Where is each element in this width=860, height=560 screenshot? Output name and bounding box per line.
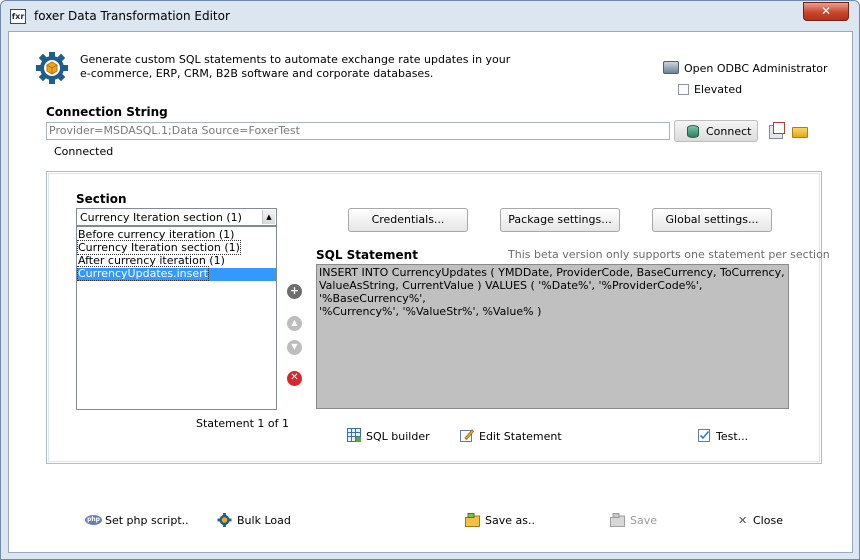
save-as-label: Save as.. bbox=[485, 514, 535, 527]
title-bar[interactable]: fxr foxer Data Transformation Editor ✕ bbox=[1, 1, 859, 31]
odbc-monitor-icon bbox=[663, 61, 679, 74]
beta-note: This beta version only supports one stat… bbox=[508, 248, 830, 261]
php-icon: php bbox=[85, 515, 102, 525]
test-label: Test... bbox=[716, 430, 749, 443]
open-folder-icon[interactable] bbox=[792, 127, 808, 138]
credentials-button[interactable]: Credentials... bbox=[348, 208, 468, 232]
move-up-icon[interactable]: ▲ bbox=[287, 316, 302, 331]
gear-icon bbox=[217, 513, 232, 527]
elevated-checkbox[interactable]: Elevated bbox=[678, 83, 742, 96]
save-icon bbox=[610, 513, 625, 527]
sql-statement-textbox[interactable]: INSERT INTO CurrencyUpdates ( YMDDate, P… bbox=[316, 264, 789, 409]
statement-count: Statement 1 of 1 bbox=[196, 417, 289, 430]
set-php-script-label: Set php script.. bbox=[105, 514, 189, 527]
list-item-selected[interactable]: CurrencyUpdates.insert bbox=[77, 266, 276, 281]
window-title: foxer Data Transformation Editor bbox=[34, 9, 230, 23]
sql-line: ValueAsString, CurrentValue ) VALUES ( '… bbox=[319, 279, 703, 305]
sql-line: INSERT INTO CurrencyUpdates ( YMDDate, P… bbox=[319, 266, 785, 279]
statement-panel: Section Currency Iteration section (1) ▲… bbox=[46, 171, 830, 464]
table-grid-icon bbox=[347, 428, 361, 442]
close-label: Close bbox=[753, 514, 783, 527]
global-settings-button[interactable]: Global settings... bbox=[652, 208, 772, 232]
connect-button-label: Connect bbox=[706, 125, 752, 138]
connection-string-label: Connection String bbox=[46, 105, 168, 119]
list-item-label: After currency iteration (1) bbox=[78, 254, 225, 267]
sql-line: '%Currency%', '%ValueStr%', %Value% ) bbox=[319, 305, 542, 318]
intro-line: Generate custom SQL statements to automa… bbox=[80, 53, 511, 66]
section-dropdown[interactable]: Currency Iteration section (1) ▲ bbox=[76, 208, 277, 226]
connect-button[interactable]: Connect bbox=[674, 120, 758, 142]
section-label: Section bbox=[76, 192, 127, 206]
save-label: Save bbox=[630, 514, 658, 527]
odbc-label: Open ODBC Administrator bbox=[684, 62, 828, 75]
sql-statement-label: SQL Statement bbox=[316, 248, 418, 262]
list-item-label: Currency Iteration section (1) bbox=[77, 240, 241, 255]
add-statement-icon[interactable]: + bbox=[287, 284, 302, 299]
gear-box-icon bbox=[36, 52, 68, 84]
connection-status: Connected bbox=[54, 145, 114, 158]
save-as-folder-icon bbox=[465, 513, 480, 527]
dropdown-arrow-icon[interactable]: ▲ bbox=[262, 210, 275, 224]
intro-line: e-commerce, ERP, CRM, B2B software and c… bbox=[80, 67, 434, 80]
database-icon bbox=[687, 125, 699, 138]
statement-panel-inner: Section Currency Iteration section (1) ▲… bbox=[48, 173, 830, 462]
delete-statement-icon[interactable]: ✕ bbox=[287, 371, 302, 386]
connection-string-field[interactable]: Provider=MSDASQL.1;Data Source=FoxerTest bbox=[46, 122, 670, 140]
bulk-load-label: Bulk Load bbox=[237, 514, 291, 527]
elevated-label: Elevated bbox=[694, 83, 743, 96]
list-item-label: CurrencyUpdates.insert bbox=[77, 266, 209, 281]
checklist-icon bbox=[698, 429, 710, 442]
section-dropdown-value: Currency Iteration section (1) bbox=[80, 211, 242, 224]
section-list[interactable]: Before currency iteration (1) Currency I… bbox=[76, 226, 277, 410]
close-icon: ✕ bbox=[738, 514, 748, 527]
move-down-icon[interactable]: ▼ bbox=[287, 340, 302, 355]
list-item-label: Before currency iteration (1) bbox=[78, 228, 235, 241]
app-icon: fxr bbox=[10, 9, 26, 24]
editor-window: fxr foxer Data Transformation Editor ✕ G… bbox=[0, 0, 860, 560]
window-close-button[interactable]: ✕ bbox=[803, 2, 849, 21]
intro-text: Generate custom SQL statements to automa… bbox=[80, 53, 510, 81]
edit-statement-label: Edit Statement bbox=[479, 430, 562, 443]
copy-connection-icon[interactable] bbox=[769, 122, 785, 139]
edit-pencil-icon bbox=[460, 429, 474, 442]
client-area: Generate custom SQL statements to automa… bbox=[8, 31, 853, 553]
package-settings-button[interactable]: Package settings... bbox=[500, 208, 620, 232]
checkbox-box[interactable] bbox=[678, 84, 689, 95]
sql-builder-label: SQL builder bbox=[366, 430, 430, 443]
